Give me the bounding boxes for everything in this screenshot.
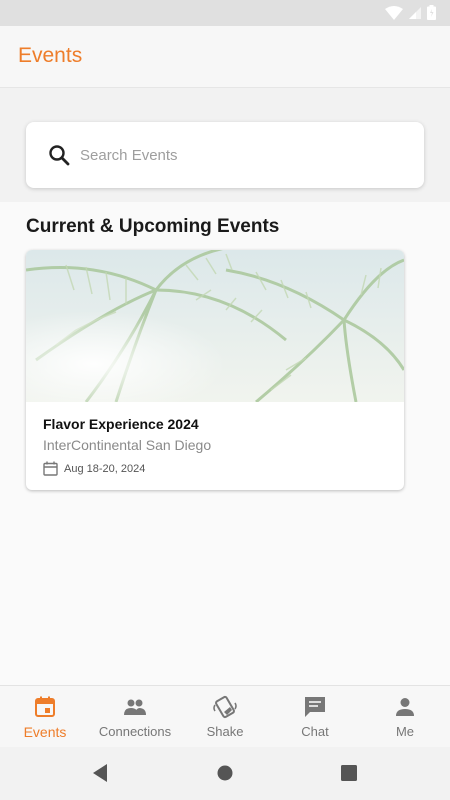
tab-chat[interactable]: Chat (270, 686, 360, 747)
event-card[interactable]: Flavor Experience 2024 InterContinental … (26, 250, 404, 490)
search-section (0, 88, 450, 202)
person-icon (396, 698, 414, 716)
tab-me[interactable]: Me (360, 686, 450, 747)
palm-trees-image (26, 250, 404, 402)
battery-icon (427, 5, 436, 20)
event-date-row: Aug 18-20, 2024 (43, 461, 145, 476)
search-input[interactable] (80, 135, 400, 175)
cell-signal-icon (409, 6, 421, 19)
calendar-outline-icon (43, 461, 58, 476)
app-bar: Events (0, 26, 450, 88)
tab-chat-label: Chat (301, 724, 329, 739)
back-icon[interactable] (91, 763, 109, 783)
page-title: Events (18, 44, 83, 67)
system-nav-bar (0, 747, 450, 800)
status-bar (0, 0, 450, 26)
chat-icon (305, 697, 325, 717)
tab-shake[interactable]: Shake (180, 686, 270, 747)
event-name: Flavor Experience 2024 (43, 416, 199, 432)
search-icon (49, 145, 70, 166)
event-venue: InterContinental San Diego (43, 437, 212, 453)
tab-shake-label: Shake (206, 724, 244, 739)
people-icon (124, 699, 146, 715)
home-icon[interactable] (217, 765, 233, 781)
section-title: Current & Upcoming Events (26, 216, 280, 237)
wifi-icon (385, 5, 403, 20)
tab-events[interactable]: Events (0, 686, 90, 747)
tab-events-label: Events (23, 724, 67, 740)
tab-me-label: Me (395, 724, 415, 739)
event-date: Aug 18-20, 2024 (64, 462, 146, 475)
calendar-icon (35, 696, 55, 717)
search-box[interactable] (26, 122, 424, 188)
shake-phone-icon (213, 695, 237, 719)
tab-connections[interactable]: Connections (90, 686, 180, 747)
bottom-nav: Events Connections Shake Chat Me (0, 685, 450, 747)
tab-connections-label: Connections (98, 724, 172, 739)
recents-icon[interactable] (341, 765, 357, 781)
